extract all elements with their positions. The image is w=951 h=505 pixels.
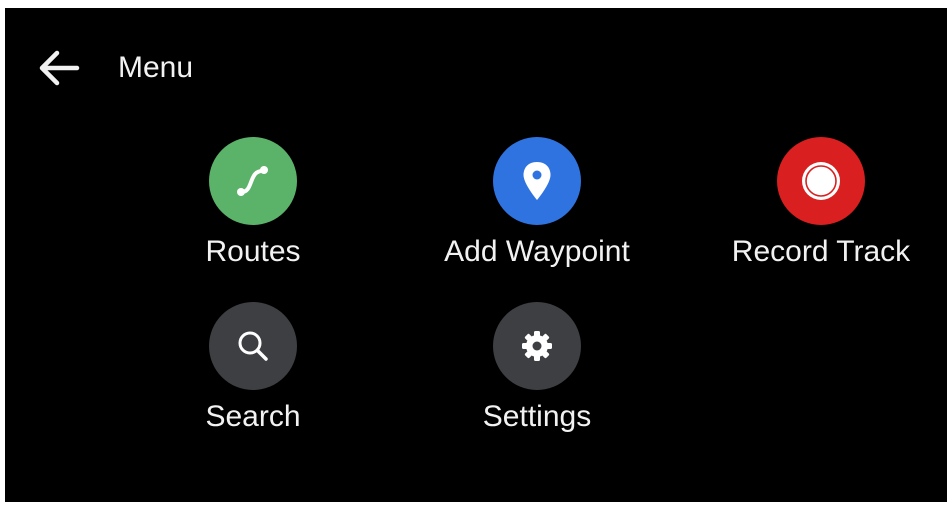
menu-screen: Menu Routes Add Waypoint Record Track Se… bbox=[5, 8, 947, 502]
route-icon bbox=[237, 166, 268, 196]
menu-item-label: Record Track bbox=[731, 235, 911, 268]
waypoint-icon-circle bbox=[493, 137, 581, 225]
gear-icon bbox=[522, 331, 552, 361]
arrow-left-icon bbox=[39, 50, 80, 86]
search-icon-circle bbox=[209, 302, 297, 390]
search-icon bbox=[238, 331, 268, 361]
back-button[interactable] bbox=[35, 48, 83, 88]
menu-item-label: Settings bbox=[482, 400, 592, 433]
menu-item-label: Add Waypoint bbox=[444, 235, 630, 268]
map-pin-icon bbox=[523, 162, 551, 200]
record-icon bbox=[802, 162, 840, 200]
page-title: Menu bbox=[118, 51, 194, 84]
header: Menu bbox=[5, 8, 947, 128]
menu-item-label: Search bbox=[205, 400, 301, 433]
menu-item-search[interactable]: Search bbox=[138, 302, 368, 452]
record-icon-circle bbox=[777, 137, 865, 225]
menu-item-label: Routes bbox=[205, 235, 301, 268]
menu-item-settings[interactable]: Settings bbox=[422, 302, 652, 452]
menu-item-record-track[interactable]: Record Track bbox=[706, 137, 936, 287]
menu-item-routes[interactable]: Routes bbox=[138, 137, 368, 287]
routes-icon-circle bbox=[209, 137, 297, 225]
settings-icon-circle bbox=[493, 302, 581, 390]
menu-item-add-waypoint[interactable]: Add Waypoint bbox=[422, 137, 652, 287]
